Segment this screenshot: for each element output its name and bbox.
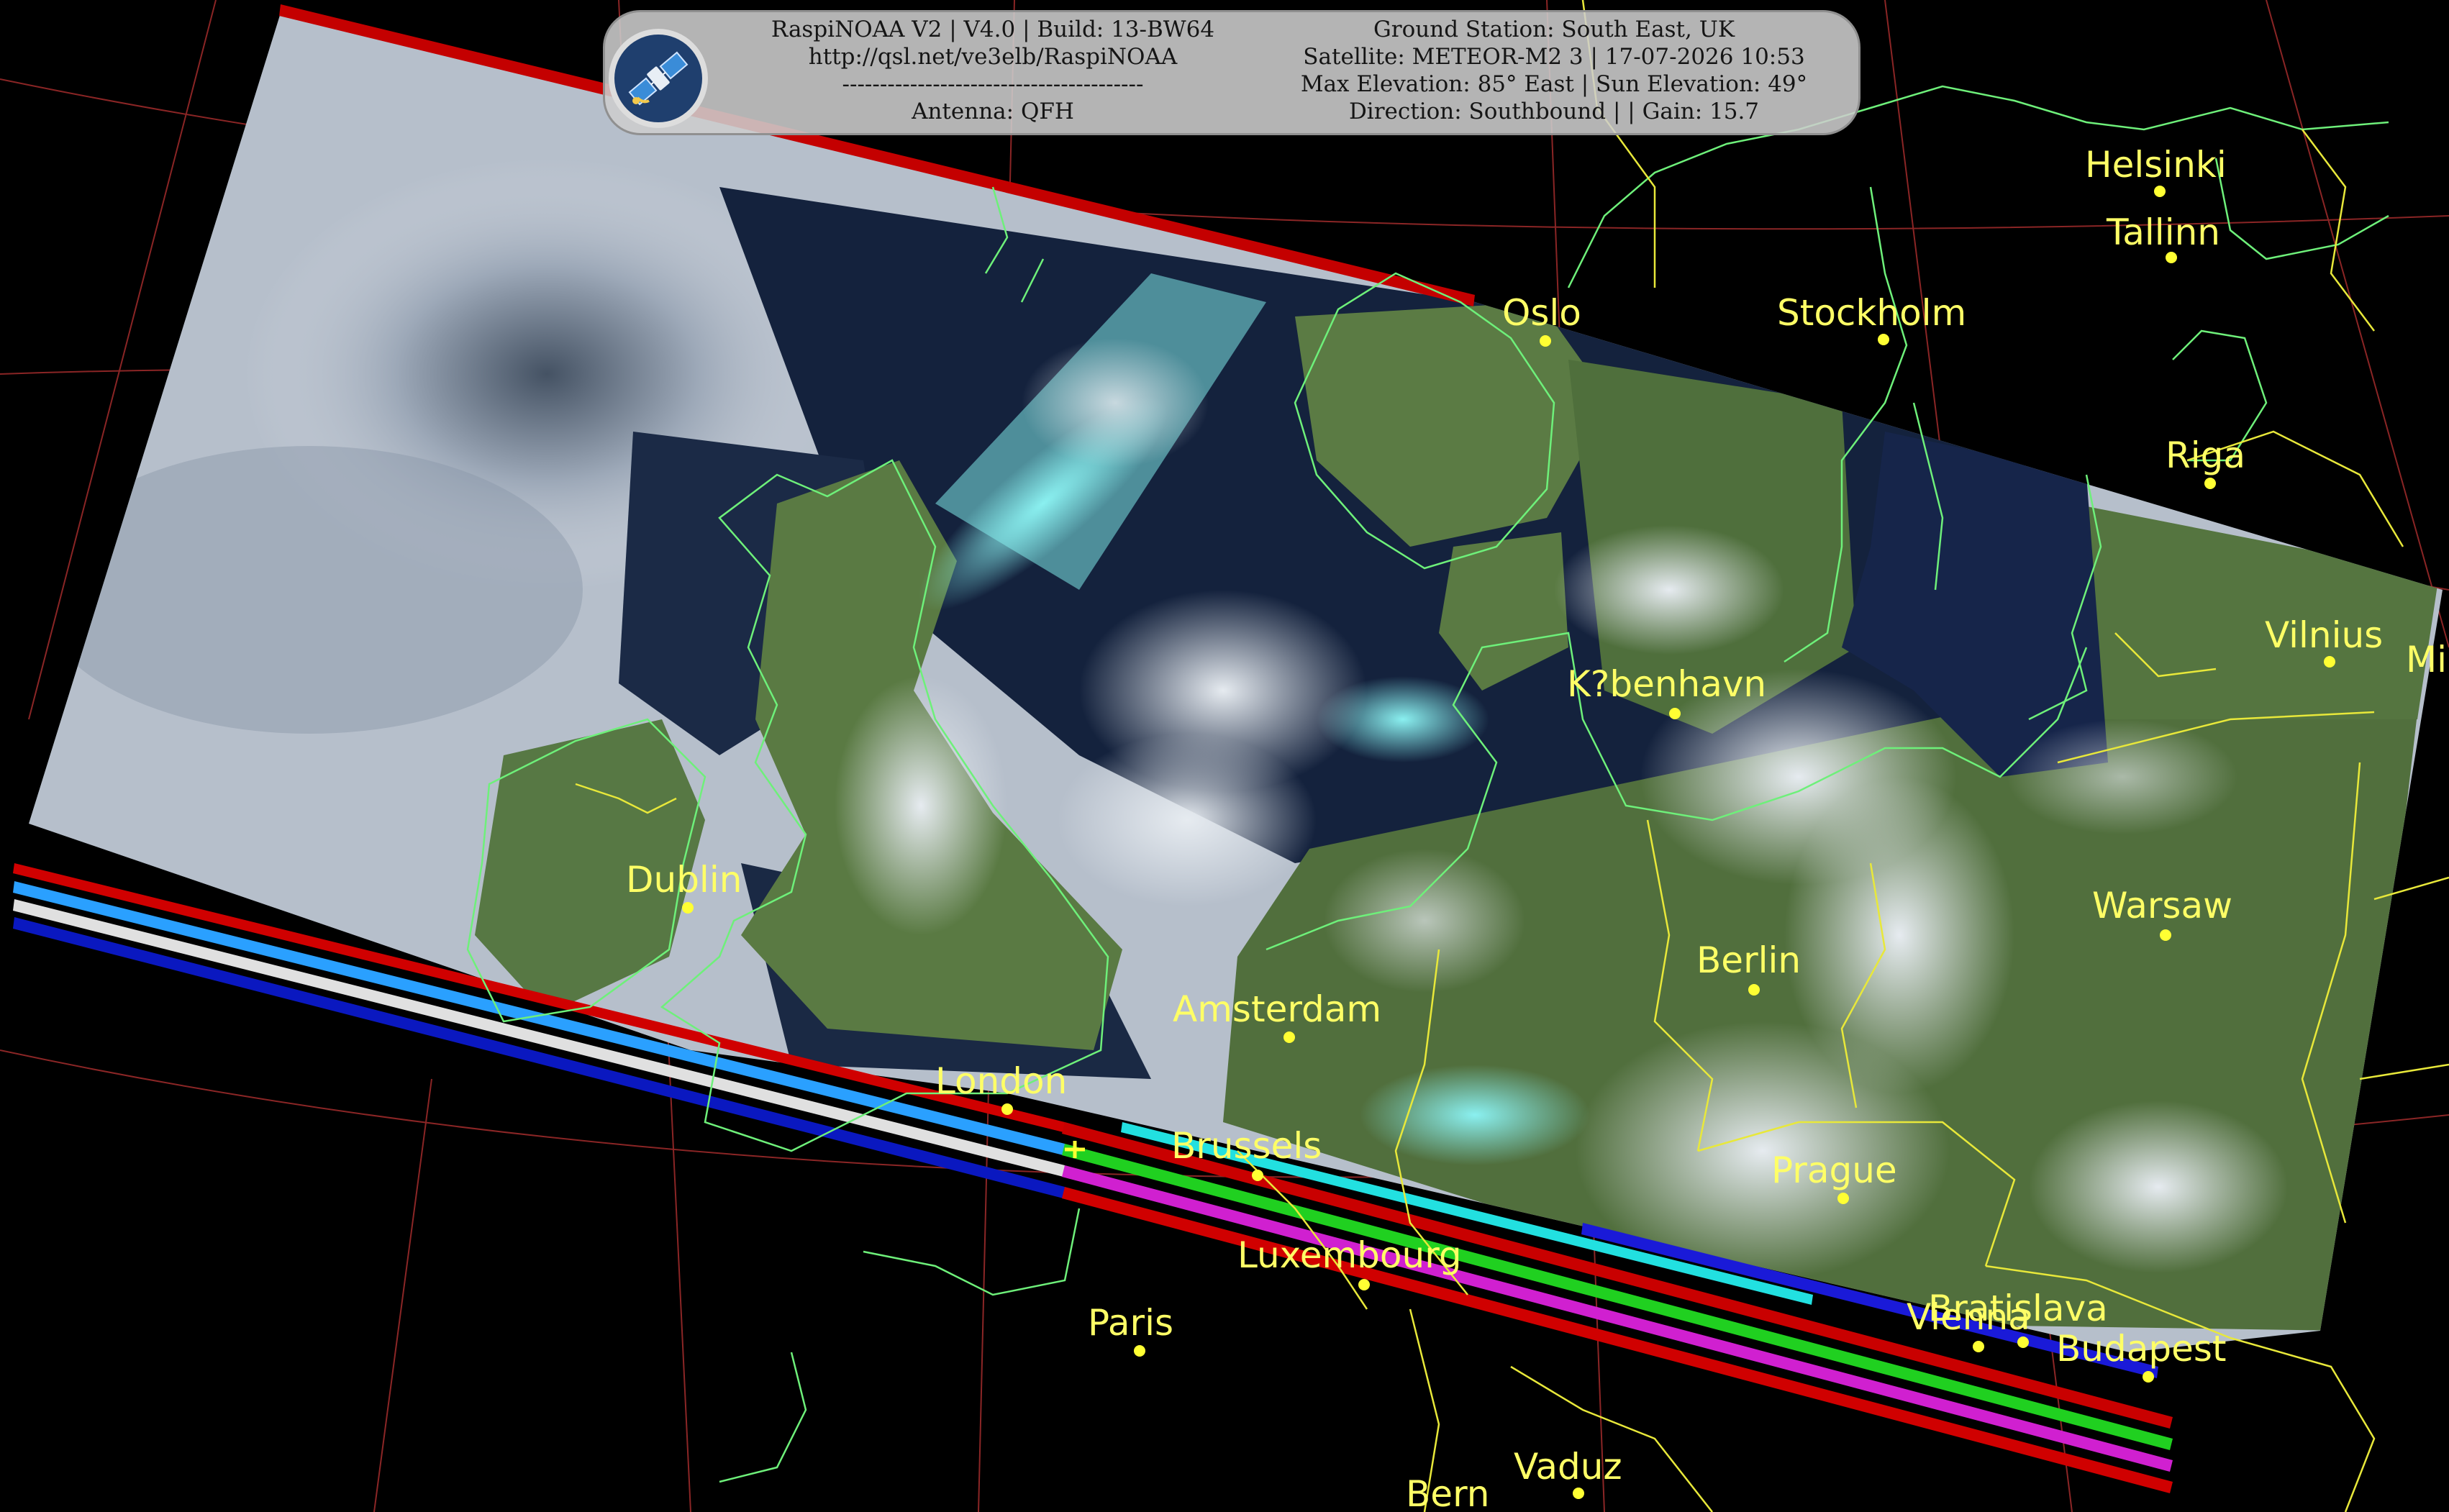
city-label-paris: Paris	[1088, 1302, 1173, 1344]
city-marker-vienna	[1973, 1341, 1984, 1352]
city-paris: Paris	[1088, 1302, 1173, 1357]
header-right-column: Ground Station: South East, UK Satellite…	[1266, 16, 1842, 125]
satellite-map-view: Oslo Stockholm Helsinki Tallinn Riga Vilnius M…	[0, 0, 2449, 1512]
city-marker-paris	[1134, 1345, 1145, 1357]
city-label-prague: Prague	[1771, 1149, 1897, 1191]
city-marker-brussels	[1252, 1170, 1263, 1181]
header-divider-text: ----------------------------------------	[842, 71, 1144, 97]
city-marker-prague	[1837, 1193, 1849, 1204]
city-marker-amsterdam	[1283, 1031, 1295, 1043]
app-version-text: RaspiNOAA V2 | V4.0 | Build: 13-BW64	[771, 17, 1215, 42]
city-marker-tallinn	[2166, 252, 2177, 263]
antenna-text: Antenna: QFH	[912, 99, 1074, 124]
project-url-text: http://qsl.net/ve3elb/RaspiNOAA	[808, 44, 1178, 70]
city-label-berlin: Berlin	[1696, 939, 1801, 981]
city-label-dublin: Dublin	[626, 859, 742, 901]
city-label-luxembourg: Luxembourg	[1237, 1234, 1462, 1276]
city-label-vaduz: Vaduz	[1514, 1446, 1622, 1488]
city-helsinki: Helsinki	[2085, 144, 2227, 197]
city-label-mi: Mi	[2406, 639, 2447, 680]
satellite-pass-text: Satellite: METEOR-M2 3 | 17-07-2026 10:5…	[1303, 44, 1805, 70]
city-label-riga: Riga	[2166, 434, 2245, 476]
city-label-amsterdam: Amsterdam	[1173, 988, 1381, 1030]
city-mi: Mi	[2406, 639, 2447, 680]
city-marker-dublin	[682, 902, 694, 914]
city-stockholm: Stockholm	[1777, 292, 1966, 345]
satellite-icon	[628, 51, 689, 106]
city-label-warsaw: Warsaw	[2092, 885, 2232, 926]
city-marker-oslo	[1540, 335, 1551, 347]
city-budapest: Budapest	[2056, 1328, 2227, 1383]
city-label-stockholm: Stockholm	[1777, 292, 1966, 334]
city-marker-warsaw	[2160, 929, 2171, 941]
city-marker-luxembourg	[1358, 1279, 1370, 1290]
city-marker-london	[1001, 1103, 1013, 1115]
city-label-budapest: Budapest	[2056, 1328, 2227, 1370]
city-label-brussels: Brussels	[1171, 1125, 1322, 1167]
elevation-text: Max Elevation: 85° East | Sun Elevation:…	[1300, 71, 1808, 97]
city-label-oslo: Oslo	[1502, 292, 1581, 334]
city-label-bern: Bern	[1406, 1473, 1489, 1512]
city-marker-vilnius	[2324, 656, 2335, 668]
city-tallinn: Tallinn	[2106, 211, 2220, 263]
city-riga: Riga	[2166, 434, 2245, 489]
city-label-bratislava: Bratislava	[1928, 1288, 2108, 1329]
city-marker-riga	[2204, 478, 2216, 489]
city-marker-vaduz	[1573, 1488, 1584, 1499]
city-label-k-benhavn: K?benhavn	[1567, 663, 1766, 705]
city-label-helsinki: Helsinki	[2085, 144, 2227, 186]
city-vaduz: Vaduz	[1514, 1446, 1622, 1499]
city-marker-helsinki	[2154, 186, 2166, 197]
city-label-vilnius: Vilnius	[2265, 614, 2383, 656]
ground-station-text: Ground Station: South East, UK	[1373, 17, 1735, 42]
city-bern: Bern	[1406, 1473, 1489, 1512]
city-label-tallinn: Tallinn	[2106, 211, 2220, 253]
city-marker-berlin	[1748, 984, 1760, 996]
city-label-london: London	[935, 1060, 1067, 1102]
map-canvas: Oslo Stockholm Helsinki Tallinn Riga Vilnius M…	[0, 0, 2449, 1512]
city-marker-k-benhavn	[1669, 708, 1681, 719]
city-marker-bratislava	[2017, 1336, 2029, 1348]
direction-gain-text: Direction: Southbound | | Gain: 15.7	[1348, 99, 1760, 124]
app-logo	[609, 29, 708, 128]
city-marker-budapest	[2143, 1371, 2154, 1383]
header-left-column: RaspiNOAA V2 | V4.0 | Build: 13-BW64 htt…	[705, 16, 1281, 125]
city-marker-stockholm	[1878, 334, 1889, 345]
